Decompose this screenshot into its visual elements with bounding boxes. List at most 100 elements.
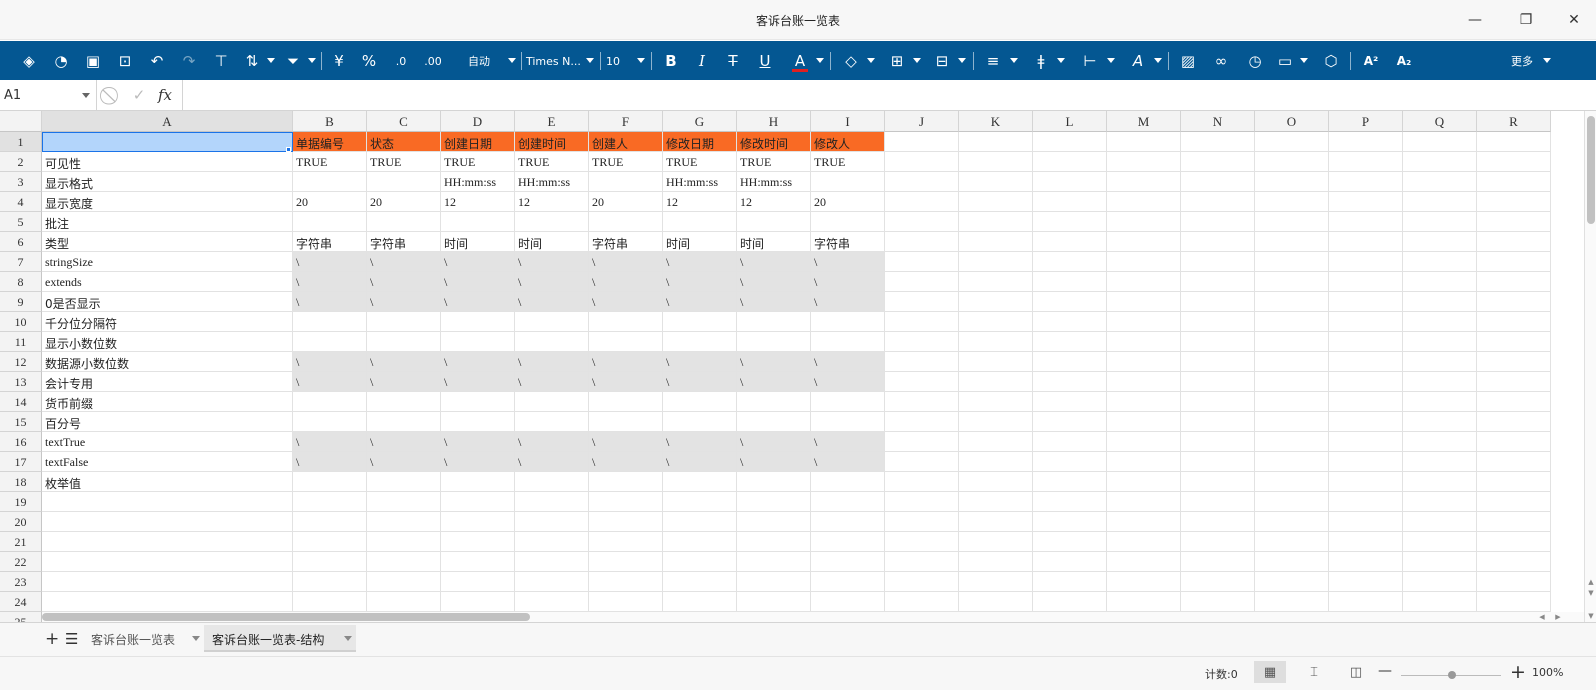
row-header[interactable]: 10 — [0, 312, 42, 332]
column-header[interactable]: F — [589, 111, 663, 132]
number-format-caret[interactable] — [508, 58, 516, 63]
cell[interactable] — [737, 412, 811, 432]
cell[interactable]: \ — [663, 432, 737, 452]
empty-cell[interactable] — [293, 572, 367, 592]
empty-cell[interactable] — [1255, 532, 1329, 552]
cell[interactable] — [737, 472, 811, 492]
formula-input[interactable] — [188, 80, 1596, 110]
cell[interactable] — [367, 392, 441, 412]
property-label-cell[interactable]: textFalse — [42, 452, 293, 472]
text-wrap-icon[interactable]: ⊢ — [1079, 50, 1101, 72]
empty-cell[interactable] — [1181, 552, 1255, 572]
empty-cell[interactable] — [1403, 472, 1477, 492]
empty-cell[interactable] — [1329, 472, 1403, 492]
empty-cell[interactable] — [1255, 472, 1329, 492]
cell[interactable] — [441, 332, 515, 352]
fill-color-caret[interactable] — [867, 58, 875, 63]
row-header[interactable]: 18 — [0, 472, 42, 492]
property-label-cell[interactable]: 显示宽度 — [42, 192, 293, 212]
font-size-select[interactable]: 10 — [606, 50, 628, 72]
empty-cell[interactable] — [1033, 532, 1107, 552]
cell[interactable] — [589, 212, 663, 232]
more-button[interactable]: 更多 — [1504, 50, 1540, 72]
empty-cell[interactable] — [1181, 452, 1255, 472]
empty-cell[interactable] — [1255, 232, 1329, 252]
field-header-cell[interactable]: 状态 — [367, 132, 441, 152]
empty-cell[interactable] — [959, 272, 1033, 292]
empty-cell[interactable] — [1477, 192, 1551, 212]
cell[interactable]: 20 — [811, 192, 885, 212]
empty-cell[interactable] — [1181, 472, 1255, 492]
empty-cell[interactable] — [1329, 572, 1403, 592]
empty-cell[interactable] — [885, 272, 959, 292]
cell[interactable] — [737, 332, 811, 352]
empty-cell[interactable] — [1181, 512, 1255, 532]
cell[interactable] — [515, 392, 589, 412]
empty-cell[interactable] — [441, 532, 515, 552]
empty-cell[interactable] — [959, 152, 1033, 172]
empty-cell[interactable] — [1181, 372, 1255, 392]
empty-cell[interactable] — [885, 212, 959, 232]
column-header[interactable]: N — [1181, 111, 1255, 132]
empty-cell[interactable] — [1107, 192, 1181, 212]
empty-cell[interactable] — [1033, 372, 1107, 392]
column-header[interactable]: H — [737, 111, 811, 132]
empty-cell[interactable] — [1255, 552, 1329, 572]
empty-cell[interactable] — [1107, 472, 1181, 492]
vertical-align-icon[interactable]: ǂ — [1030, 50, 1052, 72]
empty-cell[interactable] — [1403, 312, 1477, 332]
fill-handle[interactable] — [286, 147, 291, 152]
column-header[interactable]: A — [42, 111, 293, 132]
filter-icon[interactable]: ⏷ — [282, 50, 304, 72]
empty-cell[interactable] — [1107, 212, 1181, 232]
empty-cell[interactable] — [1033, 512, 1107, 532]
empty-cell[interactable] — [1033, 312, 1107, 332]
empty-cell[interactable] — [959, 432, 1033, 452]
empty-cell[interactable] — [367, 512, 441, 532]
empty-cell[interactable] — [1255, 512, 1329, 532]
cell[interactable]: \ — [441, 272, 515, 292]
column-header[interactable]: J — [885, 111, 959, 132]
empty-cell[interactable] — [1477, 392, 1551, 412]
chart-icon[interactable]: ◷ — [1244, 50, 1266, 72]
empty-cell[interactable] — [959, 332, 1033, 352]
empty-cell[interactable] — [663, 592, 737, 612]
empty-cell[interactable] — [1329, 172, 1403, 192]
empty-cell[interactable] — [1033, 272, 1107, 292]
column-header[interactable]: E — [515, 111, 589, 132]
empty-cell[interactable] — [959, 212, 1033, 232]
empty-cell[interactable] — [1255, 572, 1329, 592]
cell[interactable]: \ — [663, 252, 737, 272]
empty-cell[interactable] — [1329, 592, 1403, 612]
empty-cell[interactable] — [1403, 352, 1477, 372]
empty-cell[interactable] — [959, 492, 1033, 512]
empty-cell[interactable] — [1181, 392, 1255, 412]
empty-cell[interactable] — [737, 552, 811, 572]
empty-cell[interactable] — [1477, 272, 1551, 292]
cell[interactable]: 字符串 — [589, 232, 663, 252]
cancel-edit-icon[interactable]: ⃠ — [104, 85, 122, 105]
number-format-select[interactable]: 自动 — [462, 50, 496, 72]
column-header[interactable]: O — [1255, 111, 1329, 132]
empty-cell[interactable] — [1477, 492, 1551, 512]
row-header[interactable]: 25 — [0, 612, 42, 622]
cell[interactable]: \ — [811, 252, 885, 272]
empty-cell[interactable] — [441, 552, 515, 572]
empty-cell[interactable] — [367, 592, 441, 612]
cell[interactable]: \ — [441, 352, 515, 372]
empty-cell[interactable] — [1477, 472, 1551, 492]
row-header[interactable]: 15 — [0, 412, 42, 432]
field-header-cell[interactable]: 创建人 — [589, 132, 663, 152]
superscript-icon[interactable]: A² — [1359, 50, 1383, 72]
row-header[interactable]: 21 — [0, 532, 42, 552]
empty-cell[interactable] — [959, 392, 1033, 412]
link-icon[interactable]: ∞ — [1210, 50, 1232, 72]
empty-cell[interactable] — [1033, 332, 1107, 352]
empty-cell[interactable] — [1033, 152, 1107, 172]
property-label-cell[interactable]: 货币前缀 — [42, 392, 293, 412]
column-header[interactable]: G — [663, 111, 737, 132]
empty-cell[interactable] — [1329, 132, 1403, 152]
column-header[interactable]: D — [441, 111, 515, 132]
empty-cell[interactable] — [367, 552, 441, 572]
empty-cell[interactable] — [1181, 412, 1255, 432]
